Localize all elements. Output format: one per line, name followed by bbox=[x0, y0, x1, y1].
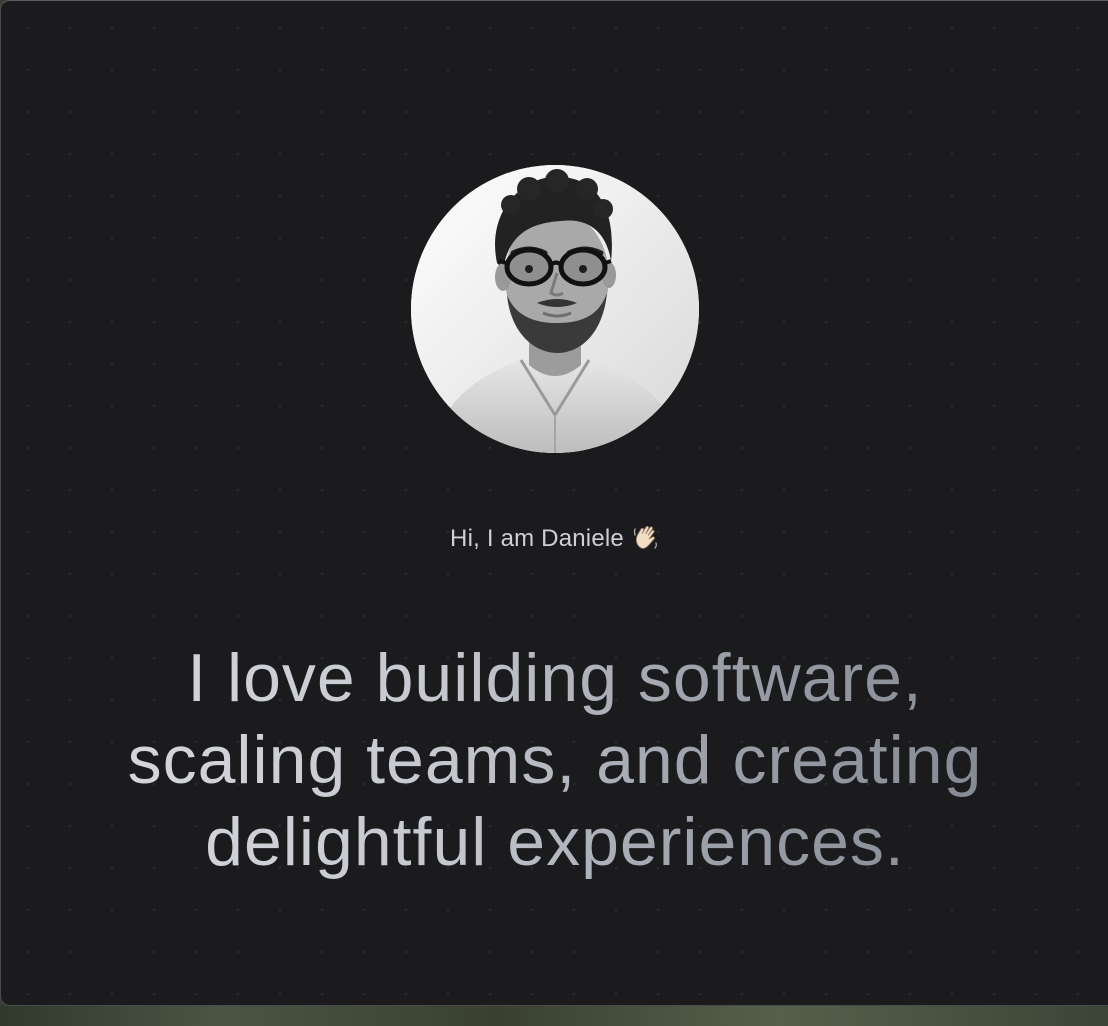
browser-window: Hi, I am Daniele I love building softwar… bbox=[0, 0, 1108, 1006]
headline-text: I love building software, scaling teams,… bbox=[127, 640, 983, 880]
profile-photo bbox=[411, 165, 699, 453]
greeting-text: Hi, I am Daniele bbox=[450, 525, 624, 552]
profile-avatar bbox=[411, 165, 699, 453]
greeting-line: Hi, I am Daniele bbox=[1, 523, 1108, 553]
desktop-background bbox=[0, 1006, 1108, 1026]
waving-hand-icon bbox=[632, 523, 660, 551]
headline: I love building software, scaling teams,… bbox=[1, 637, 1108, 883]
